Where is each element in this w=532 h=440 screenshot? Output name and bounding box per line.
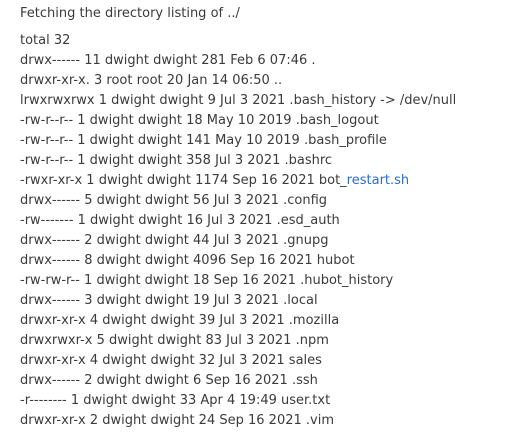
listing-line: -rw------- 1 dwight dwight 16 Jul 3 2021… <box>20 213 340 228</box>
total-line: total 32 <box>20 33 71 48</box>
listing-line: drwx------ 2 dwight dwight 44 Jul 3 2021… <box>20 233 329 248</box>
listing-line: -rw-r--r-- 1 dwight dwight 141 May 10 20… <box>20 133 387 148</box>
listing-line: drwx------ 5 dwight dwight 56 Jul 3 2021… <box>20 193 328 208</box>
listing-line: drwxr-xr-x 4 dwight dwight 39 Jul 3 2021… <box>20 313 340 328</box>
listing-line: drwxrwxr-x 5 dwight dwight 83 Jul 3 2021… <box>20 333 329 348</box>
listing-line: drwxr-xr-x. 3 root root 20 Jan 14 06:50 … <box>20 73 283 88</box>
listing-line: drwx------ 2 dwight dwight 6 Sep 16 2021… <box>20 373 318 388</box>
listing-line: drwxr-xr-x 4 dwight dwight 32 Jul 3 2021… <box>20 353 322 368</box>
listing-line: lrwxrwxrwx 1 dwight dwight 9 Jul 3 2021 … <box>20 93 457 108</box>
directory-listing: total 32 drwx------ 11 dwight dwight 281… <box>20 31 456 431</box>
listing-line-bot-restart: -rwxr-xr-x 1 dwight dwight 1174 Sep 16 2… <box>20 171 456 191</box>
listing-line-prefix: -rwxr-xr-x 1 dwight dwight 1174 Sep 16 2… <box>20 173 347 188</box>
listing-line: -rw-r--r-- 1 dwight dwight 18 May 10 201… <box>20 113 379 128</box>
restart-sh-link[interactable]: restart.sh <box>347 173 409 188</box>
listing-line: drwx------ 3 dwight dwight 19 Jul 3 2021… <box>20 293 318 308</box>
status-message: Fetching the directory listing of ../ <box>20 6 240 21</box>
listing-line: -r-------- 1 dwight dwight 33 Apr 4 19:4… <box>20 393 331 408</box>
listing-line: -rw-rw-r-- 1 dwight dwight 18 Sep 16 202… <box>20 273 394 288</box>
directory-listing-panel: Fetching the directory listing of ../ to… <box>0 0 532 440</box>
listing-line: -rw-r--r-- 1 dwight dwight 358 Jul 3 202… <box>20 153 333 168</box>
listing-line: drwx------ 8 dwight dwight 4096 Sep 16 2… <box>20 253 355 268</box>
listing-line: drwxr-xr-x 2 dwight dwight 24 Sep 16 202… <box>20 413 334 428</box>
listing-line: drwx------ 11 dwight dwight 281 Feb 6 07… <box>20 53 316 68</box>
